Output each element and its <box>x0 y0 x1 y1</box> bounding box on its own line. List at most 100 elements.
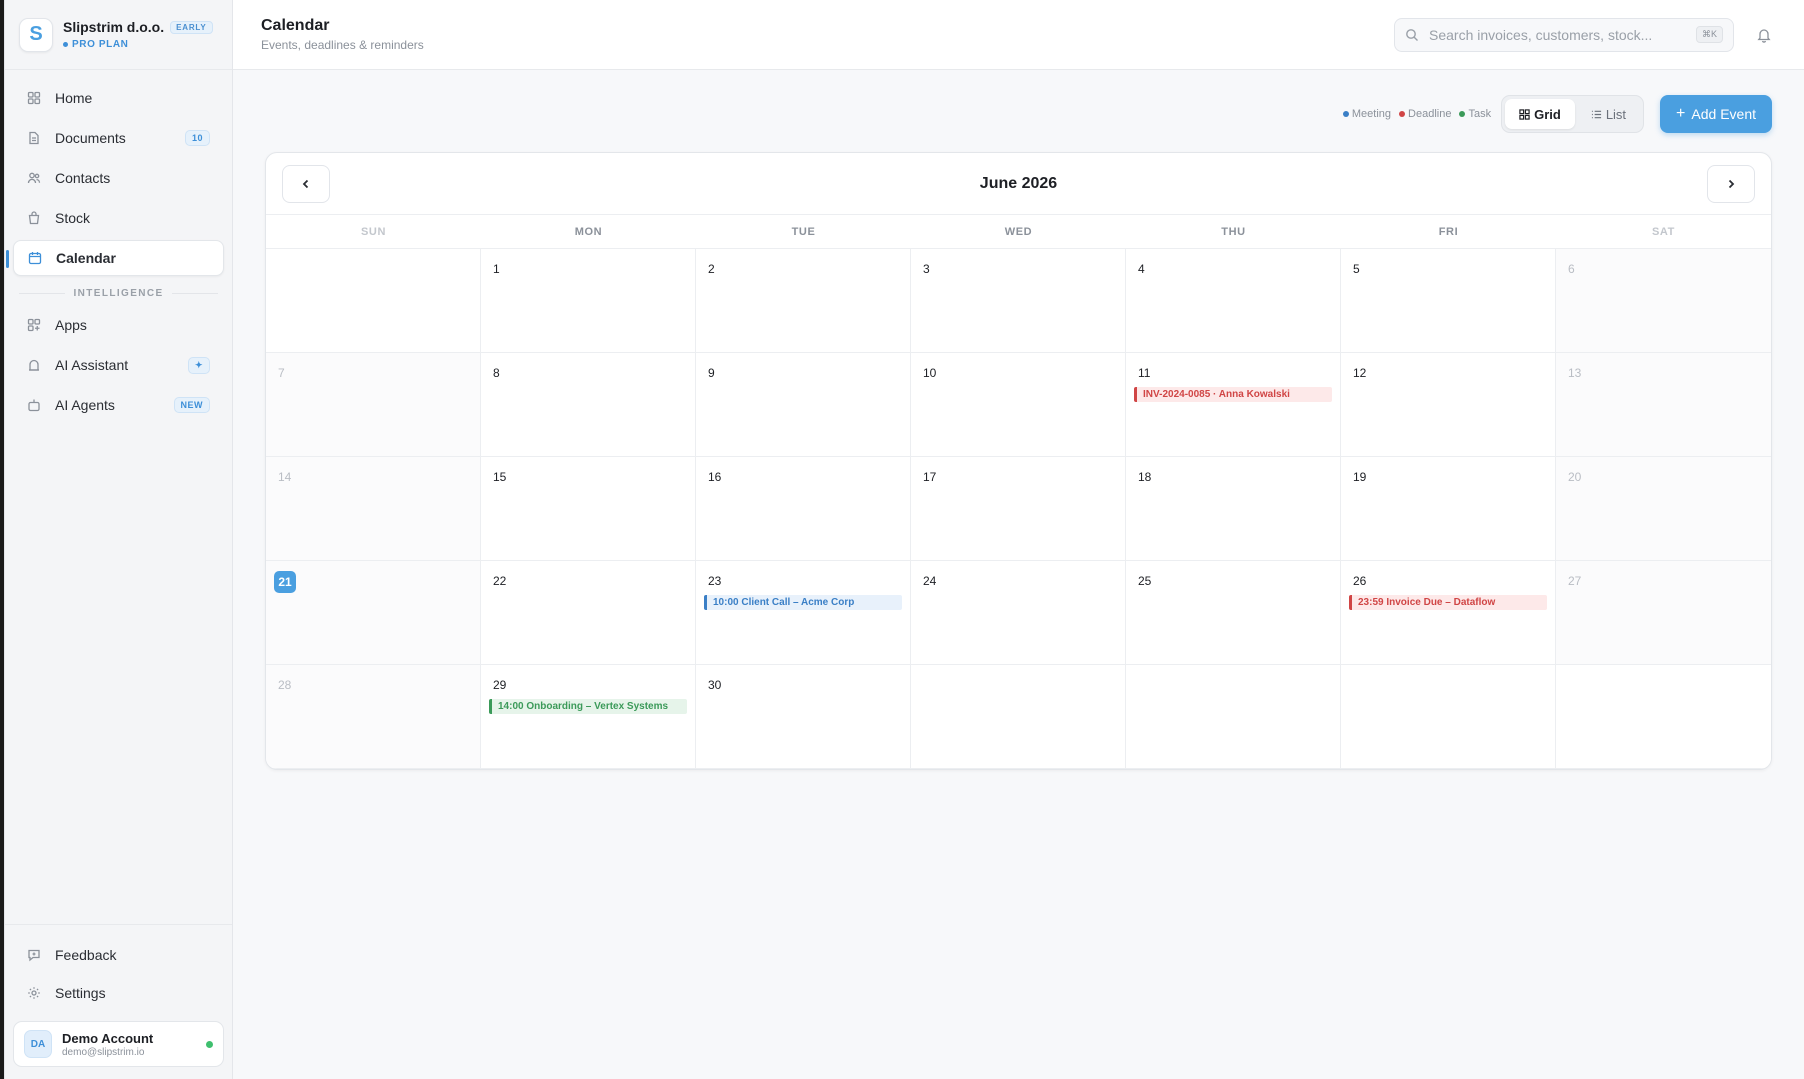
calendar-content: Meeting Deadline Task Grid List + Add Ev… <box>233 70 1804 1079</box>
day-cell-11[interactable]: 11 INV-2024-0085 · Anna Kowalski <box>1126 353 1341 457</box>
documents-count-badge: 10 <box>184 130 210 146</box>
sidebar-item-label: Stock <box>55 210 91 226</box>
stock-icon <box>27 211 41 225</box>
grid-view-button[interactable]: Grid <box>1505 99 1575 129</box>
day-number: 30 <box>708 678 722 692</box>
day-cell-12[interactable]: 12 <box>1341 353 1556 457</box>
calendar-event-deadline[interactable]: 23:59 Invoice Due – Dataflow <box>1349 595 1547 610</box>
org-switcher[interactable]: S Slipstrim d.o.o. EARLY PRO PLAN <box>5 0 232 70</box>
sidebar-item-label: Documents <box>55 130 126 146</box>
day-number: 19 <box>1353 470 1367 484</box>
day-number: 24 <box>923 574 937 588</box>
main-area: Calendar Events, deadlines & reminders ⌘… <box>233 0 1804 1079</box>
sidebar-item-ai-agents[interactable]: AI Agents NEW <box>13 387 224 423</box>
day-cell-15[interactable]: 15 <box>481 457 696 561</box>
day-cell-9[interactable]: 9 <box>696 353 911 457</box>
plan-dot-icon <box>63 42 68 47</box>
user-card[interactable]: DA Demo Account demo@slipstrim.io <box>13 1021 224 1067</box>
early-tag: EARLY <box>170 20 213 34</box>
day-cell-14[interactable]: 14 <box>266 457 481 561</box>
legend-meeting-label: Meeting <box>1351 108 1392 120</box>
page-title: Calendar <box>261 17 330 34</box>
sidebar-item-label: AI Agents <box>55 397 115 413</box>
weekday-header-row: SUN MON TUE WED THU FRI SAT <box>266 215 1771 249</box>
day-cell-10[interactable]: 10 <box>911 353 1126 457</box>
day-cell-4[interactable]: 4 <box>1126 249 1341 353</box>
weekday-thu: THU <box>1221 225 1246 238</box>
next-month-button[interactable] <box>1706 164 1755 203</box>
day-number: 10 <box>923 366 937 380</box>
day-cell-19[interactable]: 19 <box>1341 457 1556 561</box>
month-title: June 2026 <box>979 174 1058 192</box>
day-cell-7[interactable]: 7 <box>266 353 481 457</box>
day-cell-16[interactable]: 16 <box>696 457 911 561</box>
sidebar-item-label: Apps <box>55 317 87 333</box>
event-legend: Meeting Deadline Task <box>1342 108 1492 120</box>
day-number: 9 <box>708 366 715 380</box>
sidebar-item-contacts[interactable]: Contacts <box>13 160 224 196</box>
sidebar-item-settings[interactable]: Settings <box>13 975 224 1011</box>
feedback-icon <box>27 948 41 962</box>
day-cell-30[interactable]: 30 <box>696 665 911 769</box>
ai-assistant-icon <box>27 358 41 372</box>
sidebar-item-stock[interactable]: Stock <box>13 200 224 236</box>
day-cell-25[interactable]: 25 <box>1126 561 1341 665</box>
bell-icon[interactable] <box>1752 23 1776 47</box>
day-cell-13[interactable]: 13 <box>1556 353 1771 457</box>
day-cell-27[interactable]: 27 <box>1556 561 1771 665</box>
apps-icon <box>27 318 41 332</box>
day-cell-17[interactable]: 17 <box>911 457 1126 561</box>
calendar-toolbar: Meeting Deadline Task Grid List + Add Ev… <box>265 94 1772 134</box>
day-cell-20[interactable]: 20 <box>1556 457 1771 561</box>
sidebar-item-apps[interactable]: Apps <box>13 307 224 343</box>
plus-icon: + <box>1676 105 1686 122</box>
sidebar-item-label: Settings <box>55 985 106 1001</box>
prev-month-button[interactable] <box>282 164 330 203</box>
day-cell-24[interactable]: 24 <box>911 561 1126 665</box>
day-number: 11 <box>1138 366 1151 380</box>
sidebar-item-ai-assistant[interactable]: AI Assistant ✦ <box>13 347 224 383</box>
calendar-event-meeting[interactable]: 10:00 Client Call – Acme Corp <box>704 595 902 610</box>
sidebar-item-documents[interactable]: Documents 10 <box>13 120 224 156</box>
day-cell-6[interactable]: 6 <box>1556 249 1771 353</box>
day-cell-22[interactable]: 22 <box>481 561 696 665</box>
sidebar-item-feedback[interactable]: Feedback <box>13 937 224 973</box>
day-cell-18[interactable]: 18 <box>1126 457 1341 561</box>
calendar-header: June 2026 <box>266 153 1771 215</box>
day-cell-1[interactable]: 1 <box>481 249 696 353</box>
search-icon <box>1405 28 1419 42</box>
day-number: 14 <box>278 470 292 484</box>
plan-text: PRO PLAN <box>72 39 129 50</box>
day-cell-29[interactable]: 29 14:00 Onboarding – Vertex Systems <box>481 665 696 769</box>
day-cell-5[interactable]: 5 <box>1341 249 1556 353</box>
section-label-text: INTELLIGENCE <box>73 288 164 299</box>
sidebar-item-label: Calendar <box>56 250 116 266</box>
day-cell-3[interactable]: 3 <box>911 249 1126 353</box>
calendar-icon <box>28 251 42 265</box>
day-cell-26[interactable]: 26 23:59 Invoice Due – Dataflow <box>1341 561 1556 665</box>
sidebar-item-home[interactable]: Home <box>13 80 224 116</box>
legend-task-label: Task <box>1468 108 1492 120</box>
sidebar-item-label: Home <box>55 90 93 106</box>
list-view-button[interactable]: List <box>1577 99 1640 129</box>
day-cell-21[interactable]: 21 <box>266 561 481 665</box>
day-number: 7 <box>278 366 285 380</box>
avatar: DA <box>24 1030 52 1058</box>
calendar-event-deadline[interactable]: INV-2024-0085 · Anna Kowalski <box>1134 387 1332 402</box>
search-input[interactable] <box>1429 26 1686 43</box>
calendar-event-task[interactable]: 14:00 Onboarding – Vertex Systems <box>489 699 687 714</box>
day-cell-8[interactable]: 8 <box>481 353 696 457</box>
main-nav: Home Documents 10 Contacts Stock Calenda… <box>6 78 224 278</box>
day-cell-2[interactable]: 2 <box>696 249 911 353</box>
search-shortcut: ⌘K <box>1695 26 1723 43</box>
sidebar-item-label: Contacts <box>55 170 111 186</box>
day-cell-28[interactable]: 28 <box>266 665 481 769</box>
day-number: 6 <box>1568 262 1575 276</box>
day-cell-23[interactable]: 23 10:00 Client Call – Acme Corp <box>696 561 911 665</box>
weekday-fri: FRI <box>1438 225 1459 238</box>
add-event-button[interactable]: + Add Event <box>1660 95 1772 133</box>
sidebar-item-calendar[interactable]: Calendar <box>6 240 224 276</box>
search-box[interactable]: ⌘K <box>1394 17 1734 52</box>
weekday-wed: WED <box>1004 225 1033 238</box>
intelligence-nav: Apps AI Assistant ✦ AI Agents NEW <box>13 305 224 425</box>
